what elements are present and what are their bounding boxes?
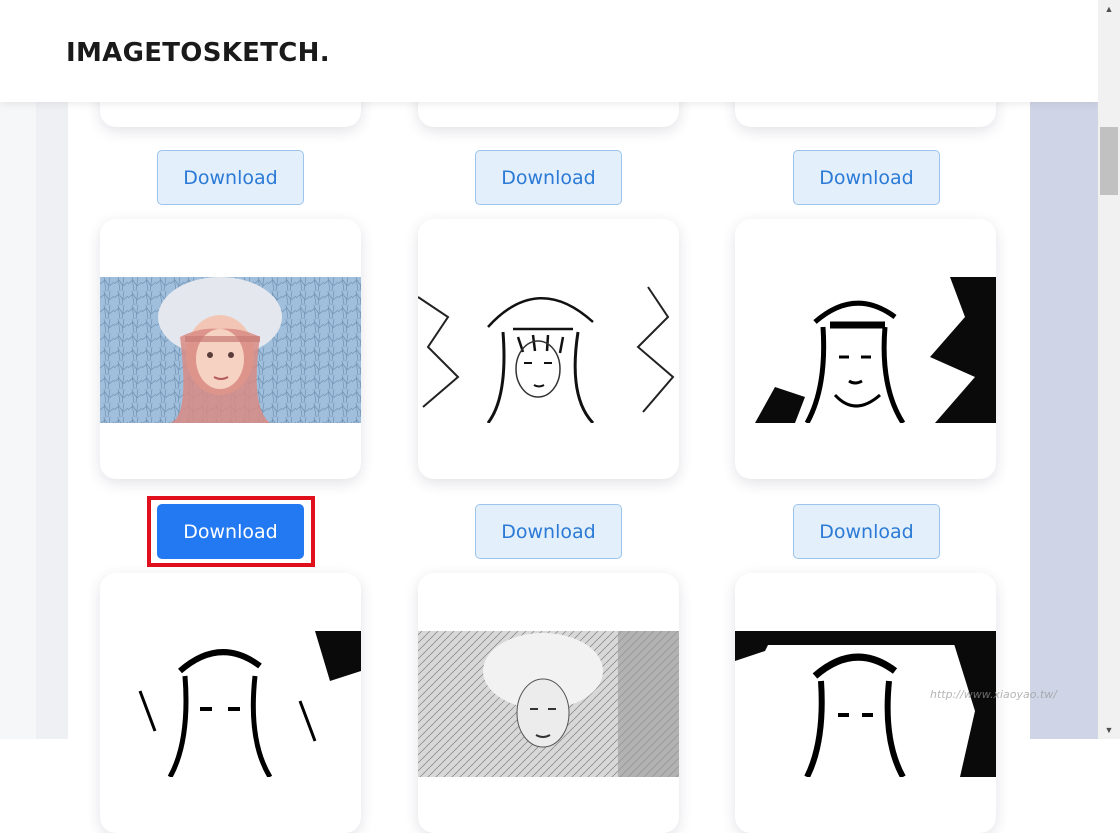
sketch-card-pencil	[418, 219, 679, 479]
download-button[interactable]: Download	[475, 150, 622, 205]
left-gutter-panel	[36, 0, 68, 739]
right-gutter	[1030, 0, 1098, 739]
sketch-image-pencil	[418, 277, 679, 423]
download-button[interactable]: Download	[793, 150, 940, 205]
download-button[interactable]: Download	[157, 150, 304, 205]
sketch-card-bw	[100, 573, 361, 833]
sketch-image-contrast	[735, 631, 996, 777]
sketch-image-color-pencil	[100, 277, 361, 423]
site-logo[interactable]: IMAGETOSKETCH.	[66, 38, 330, 68]
sketch-card-gray	[418, 573, 679, 833]
download-button-active[interactable]: Download	[157, 504, 304, 559]
sketch-card-ink	[735, 219, 996, 479]
sketch-image-ink	[735, 277, 996, 423]
download-button[interactable]: Download	[475, 504, 622, 559]
sketch-image-gray	[418, 631, 679, 777]
scroll-up-arrow-icon[interactable]: ▲	[1098, 0, 1120, 18]
site-header: IMAGETOSKETCH.	[0, 0, 1098, 102]
sketch-image-bw	[100, 631, 361, 777]
sketch-card-contrast	[735, 573, 996, 833]
vertical-scrollbar[interactable]: ▲ ▼	[1098, 0, 1120, 739]
scroll-thumb[interactable]	[1100, 127, 1118, 195]
scroll-down-arrow-icon[interactable]: ▼	[1098, 721, 1120, 739]
download-button[interactable]: Download	[793, 504, 940, 559]
watermark: http://www.xiaoyao.tw/	[930, 688, 1058, 701]
sketch-card-color	[100, 219, 361, 479]
